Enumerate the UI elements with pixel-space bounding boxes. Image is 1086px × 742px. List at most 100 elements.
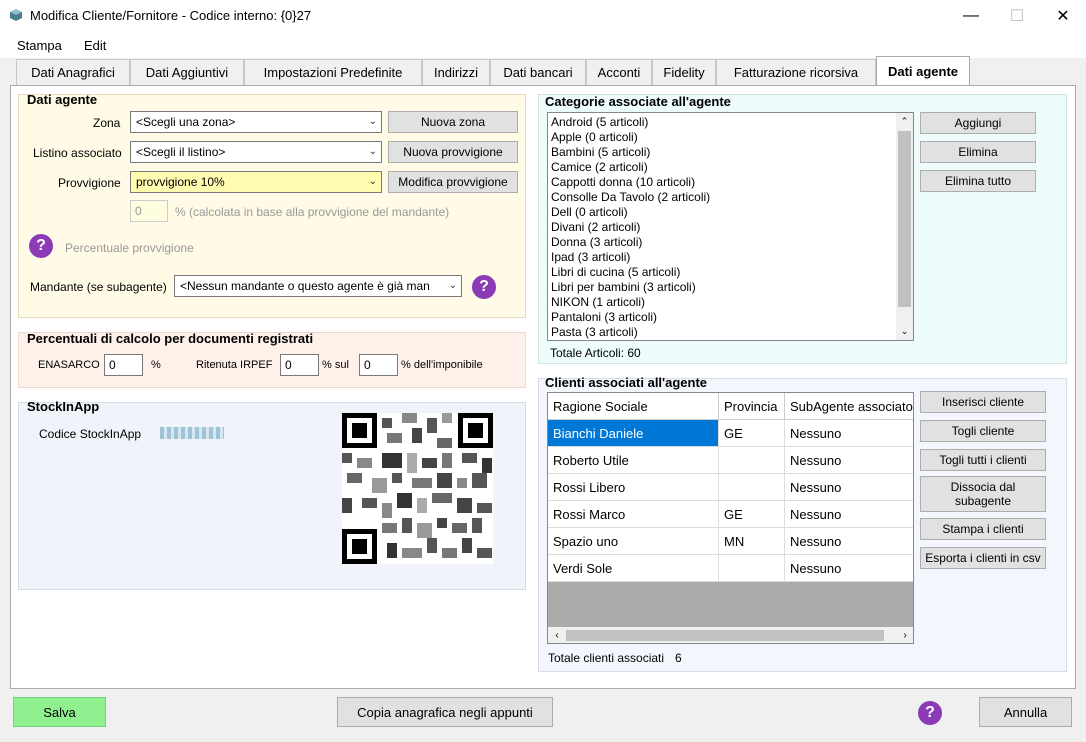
table-cell[interactable]: Spazio uno	[548, 528, 719, 555]
list-item[interactable]: Donna (3 articoli)	[548, 235, 913, 250]
table-cell[interactable]: Nessuno	[785, 474, 913, 501]
tab-dati-agente[interactable]: Dati agente	[876, 56, 970, 86]
provvigione-label: Provvigione	[58, 176, 121, 190]
table-cell[interactable]: Bianchi Daniele	[548, 420, 719, 447]
table-cell[interactable]: Nessuno	[785, 420, 913, 447]
list-item[interactable]: Camice (2 articoli)	[548, 160, 913, 175]
help-icon[interactable]: ?	[472, 275, 496, 299]
column-header[interactable]: Provincia	[719, 393, 785, 420]
ritenuta-input[interactable]: 0	[280, 354, 319, 376]
list-item[interactable]: Consolle Da Tavolo (2 articoli)	[548, 190, 913, 205]
help-icon[interactable]: ?	[29, 234, 53, 258]
clienti-grid[interactable]: Ragione Sociale Provincia SubAgente asso…	[547, 392, 914, 644]
table-cell[interactable]: Nessuno	[785, 528, 913, 555]
list-item[interactable]: Android (5 articoli)	[548, 115, 913, 130]
chevron-down-icon: ⌄	[368, 176, 377, 187]
imponibile-label: % dell'imponibile	[401, 359, 483, 371]
categorie-list[interactable]: Android (5 articoli) Apple (0 articoli) …	[547, 112, 914, 341]
list-item[interactable]: Libri di cucina (5 articoli)	[548, 265, 913, 280]
stampa-clienti-button[interactable]: Stampa i clienti	[920, 518, 1046, 540]
totale-clienti-label: Totale clienti associati	[548, 651, 665, 665]
table-cell[interactable]: Verdi Sole	[548, 555, 719, 582]
table-cell[interactable]	[719, 555, 785, 582]
listino-combo[interactable]: <Scegli il listino> ⌄	[130, 141, 382, 163]
scroll-right-icon[interactable]: ›	[898, 627, 912, 643]
imponibile-input[interactable]: 0	[359, 354, 398, 376]
copia-anagrafica-button[interactable]: Copia anagrafica negli appunti	[337, 697, 553, 727]
tab-impostazioni-predefinite[interactable]: Impostazioni Predefinite	[244, 59, 422, 85]
nuova-provvigione-button[interactable]: Nuova provvigione	[388, 141, 518, 163]
elimina-tutto-button[interactable]: Elimina tutto	[920, 170, 1036, 192]
table-cell[interactable]	[719, 447, 785, 474]
table-cell[interactable]: Rossi Marco	[548, 501, 719, 528]
menu-bar	[0, 32, 1086, 58]
maximize-button[interactable]: ☐	[994, 0, 1040, 32]
horizontal-scrollbar[interactable]: ‹ ›	[548, 627, 913, 643]
scrollbar-thumb[interactable]	[898, 131, 911, 307]
list-item[interactable]: Dell (0 articoli)	[548, 205, 913, 220]
list-item[interactable]: Cappotti donna (10 articoli)	[548, 175, 913, 190]
table-cell[interactable]: Nessuno	[785, 447, 913, 474]
percentuale-input[interactable]: 0	[130, 200, 168, 222]
salva-button[interactable]: Salva	[13, 697, 106, 727]
menu-edit[interactable]: Edit	[84, 38, 106, 53]
minimize-button[interactable]: —	[948, 0, 994, 32]
tab-dati-anagrafici[interactable]: Dati Anagrafici	[16, 59, 130, 85]
categorie-scrollbar[interactable]: ⌃ ⌄	[896, 113, 913, 340]
provvigione-combo[interactable]: provvigione 10% ⌄	[130, 171, 382, 193]
table-cell[interactable]: Nessuno	[785, 555, 913, 582]
list-item[interactable]: Ipad (3 articoli)	[548, 250, 913, 265]
help-icon[interactable]: ?	[918, 701, 942, 725]
qr-code	[342, 413, 493, 564]
nuova-zona-button[interactable]: Nuova zona	[388, 111, 518, 133]
close-button[interactable]: ✕	[1040, 0, 1086, 32]
modifica-provvigione-button[interactable]: Modifica provvigione	[388, 171, 518, 193]
aggiungi-button[interactable]: Aggiungi	[920, 112, 1036, 134]
tab-fidelity[interactable]: Fidelity	[652, 59, 716, 85]
mandante-combo[interactable]: <Nessun mandante o questo agente è già m…	[174, 275, 462, 297]
chevron-down-icon: ⌄	[368, 146, 377, 157]
list-item[interactable]: Apple (0 articoli)	[548, 130, 913, 145]
tab-acconti[interactable]: Acconti	[586, 59, 652, 85]
tab-indirizzi[interactable]: Indirizzi	[422, 59, 490, 85]
list-item[interactable]: Libri per bambini (3 articoli)	[548, 280, 913, 295]
scroll-up-icon[interactable]: ⌃	[896, 113, 913, 130]
scrollbar-thumb[interactable]	[566, 630, 884, 641]
table-cell[interactable]: Nessuno	[785, 501, 913, 528]
list-item[interactable]: Divani (2 articoli)	[548, 220, 913, 235]
table-cell[interactable]: Rossi Libero	[548, 474, 719, 501]
list-item[interactable]: Pasta (3 articoli)	[548, 325, 913, 340]
tab-fatturazione-ricorsiva[interactable]: Fatturazione ricorsiva	[716, 59, 876, 85]
tab-dati-bancari[interactable]: Dati bancari	[490, 59, 586, 85]
esporta-clienti-csv-button[interactable]: Esporta i clienti in csv	[920, 547, 1046, 569]
table-cell[interactable]: GE	[719, 501, 785, 528]
app-icon	[9, 8, 23, 22]
togli-cliente-button[interactable]: Togli cliente	[920, 420, 1046, 442]
table-cell[interactable]: GE	[719, 420, 785, 447]
togli-tutti-clienti-button[interactable]: Togli tutti i clienti	[920, 449, 1046, 471]
qr-code-image	[342, 413, 493, 564]
list-item[interactable]: NIKON (1 articoli)	[548, 295, 913, 310]
column-header[interactable]: SubAgente associato	[785, 393, 913, 420]
table-cell[interactable]	[719, 474, 785, 501]
enasarco-input[interactable]: 0	[104, 354, 143, 376]
menu-stampa[interactable]: Stampa	[17, 38, 62, 53]
mandante-value: <Nessun mandante o questo agente è già m…	[180, 279, 430, 293]
table-cell[interactable]: Roberto Utile	[548, 447, 719, 474]
list-item[interactable]: Pantaloni (3 articoli)	[548, 310, 913, 325]
scroll-left-icon[interactable]: ‹	[550, 627, 564, 643]
codice-stockinapp-label: Codice StockInApp	[39, 427, 142, 441]
tab-dati-aggiuntivi[interactable]: Dati Aggiuntivi	[130, 59, 244, 85]
annulla-button[interactable]: Annulla	[979, 697, 1072, 727]
inserisci-cliente-button[interactable]: Inserisci cliente	[920, 391, 1046, 413]
scroll-down-icon[interactable]: ⌄	[896, 323, 913, 340]
totale-articoli: Totale Articoli: 60	[550, 346, 641, 360]
list-item[interactable]: Bambini (5 articoli)	[548, 145, 913, 160]
table-cell[interactable]: MN	[719, 528, 785, 555]
percentuali-title: Percentuali di calcolo per documenti reg…	[27, 331, 314, 346]
dissocia-subagente-button[interactable]: Dissocia dal subagente	[920, 476, 1046, 512]
elimina-button[interactable]: Elimina	[920, 141, 1036, 163]
provvigione-value: provvigione 10%	[136, 175, 225, 189]
column-header[interactable]: Ragione Sociale	[548, 393, 719, 420]
zona-combo[interactable]: <Scegli una zona> ⌄	[130, 111, 382, 133]
